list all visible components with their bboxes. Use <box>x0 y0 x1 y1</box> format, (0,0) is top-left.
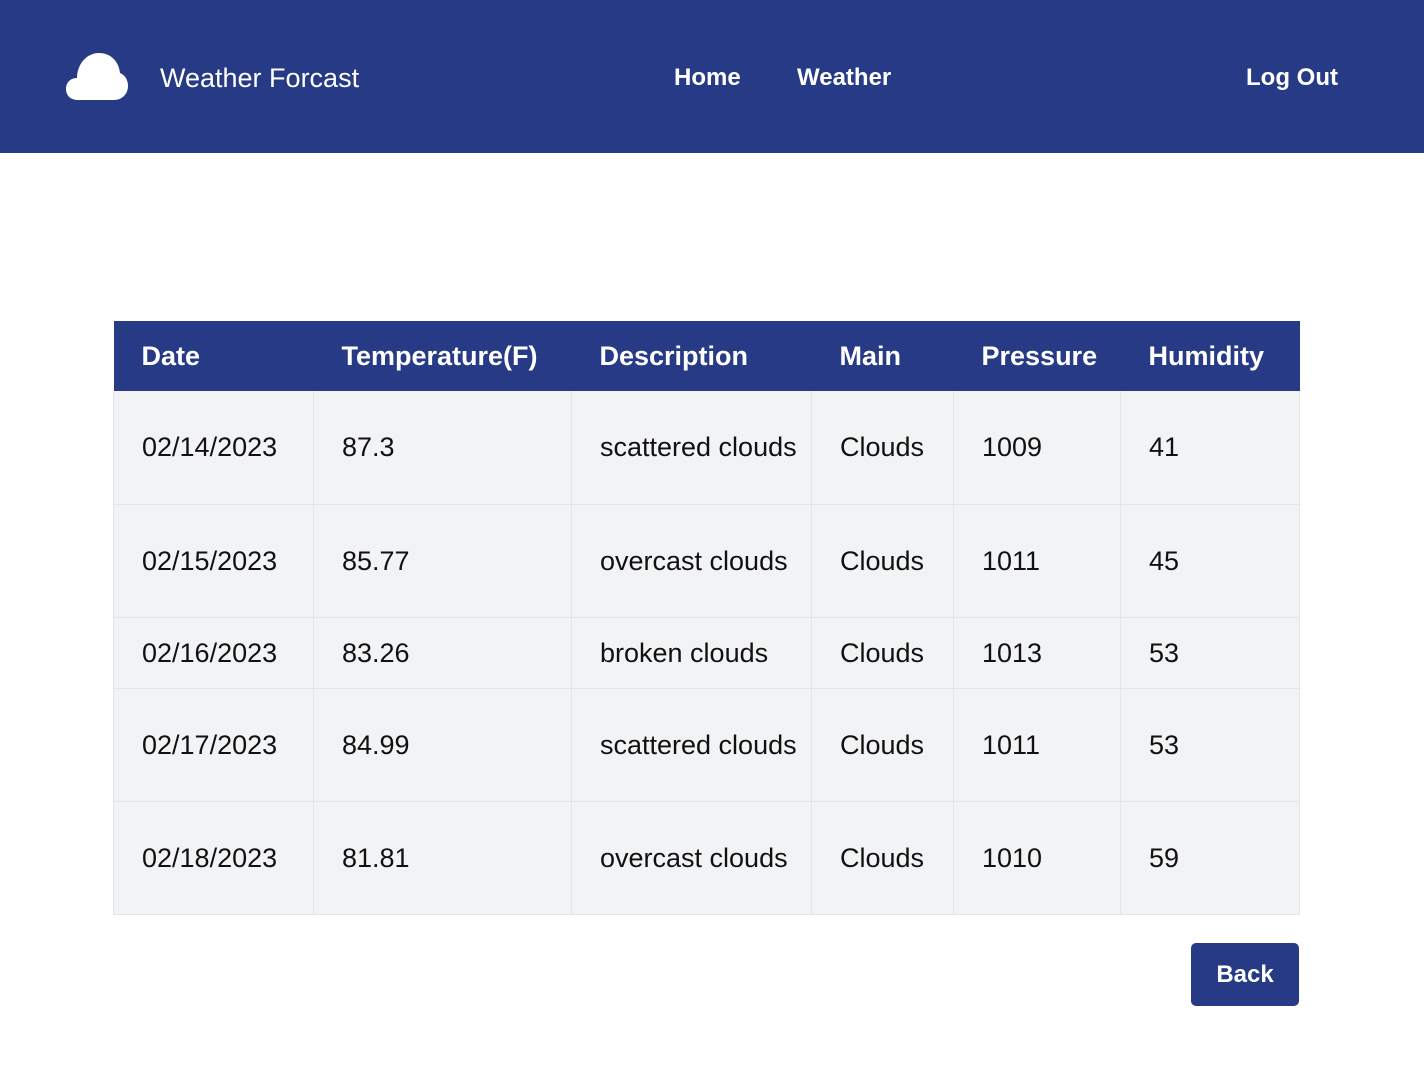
table-row: 02/14/2023 87.3 scattered clouds Clouds … <box>113 391 1300 505</box>
cell-humidity: 53 <box>1120 688 1300 802</box>
cell-pressure: 1009 <box>953 391 1121 505</box>
cell-date: 02/17/2023 <box>113 688 314 802</box>
cell-date: 02/15/2023 <box>113 504 314 618</box>
header-description: Description <box>571 321 812 391</box>
cell-main: Clouds <box>811 801 954 915</box>
header-date: Date <box>113 321 314 391</box>
header-main: Main <box>811 321 954 391</box>
header-temperature: Temperature(F) <box>313 321 572 391</box>
table-row: 02/16/2023 83.26 broken clouds Clouds 10… <box>113 617 1300 689</box>
table-header-row: Date Temperature(F) Description Main Pre… <box>113 321 1300 391</box>
cell-description: scattered clouds <box>571 391 812 505</box>
cell-date: 02/14/2023 <box>113 391 314 505</box>
cell-pressure: 1011 <box>953 504 1121 618</box>
nav-home-link[interactable]: Home <box>674 60 741 96</box>
cell-date: 02/18/2023 <box>113 801 314 915</box>
cell-pressure: 1013 <box>953 617 1121 689</box>
cell-description: broken clouds <box>571 617 812 689</box>
cell-description: overcast clouds <box>571 801 812 915</box>
logout-link[interactable]: Log Out <box>1246 60 1338 96</box>
cell-temperature: 81.81 <box>313 801 572 915</box>
cell-main: Clouds <box>811 617 954 689</box>
cell-main: Clouds <box>811 391 954 505</box>
cell-main: Clouds <box>811 688 954 802</box>
table-row: 02/15/2023 85.77 overcast clouds Clouds … <box>113 504 1300 618</box>
cell-description: overcast clouds <box>571 504 812 618</box>
cell-temperature: 87.3 <box>313 391 572 505</box>
back-button[interactable]: Back <box>1191 943 1299 1006</box>
cell-temperature: 83.26 <box>313 617 572 689</box>
cell-temperature: 85.77 <box>313 504 572 618</box>
header-pressure: Pressure <box>953 321 1121 391</box>
cell-main: Clouds <box>811 504 954 618</box>
cell-humidity: 59 <box>1120 801 1300 915</box>
cell-date: 02/16/2023 <box>113 617 314 689</box>
forecast-table: Date Temperature(F) Description Main Pre… <box>113 321 1300 915</box>
cloud-icon[interactable] <box>66 51 128 101</box>
cell-description: scattered clouds <box>571 688 812 802</box>
nav-weather-link[interactable]: Weather <box>797 60 891 96</box>
navbar: Weather Forcast Home Weather Log Out <box>0 0 1424 153</box>
cell-humidity: 41 <box>1120 391 1300 505</box>
table-row: 02/17/2023 84.99 scattered clouds Clouds… <box>113 688 1300 802</box>
header-humidity: Humidity <box>1120 321 1300 391</box>
cell-pressure: 1011 <box>953 688 1121 802</box>
cell-humidity: 53 <box>1120 617 1300 689</box>
cell-humidity: 45 <box>1120 504 1300 618</box>
cell-temperature: 84.99 <box>313 688 572 802</box>
table-row: 02/18/2023 81.81 overcast clouds Clouds … <box>113 801 1300 915</box>
brand-title[interactable]: Weather Forcast <box>160 60 359 96</box>
cell-pressure: 1010 <box>953 801 1121 915</box>
